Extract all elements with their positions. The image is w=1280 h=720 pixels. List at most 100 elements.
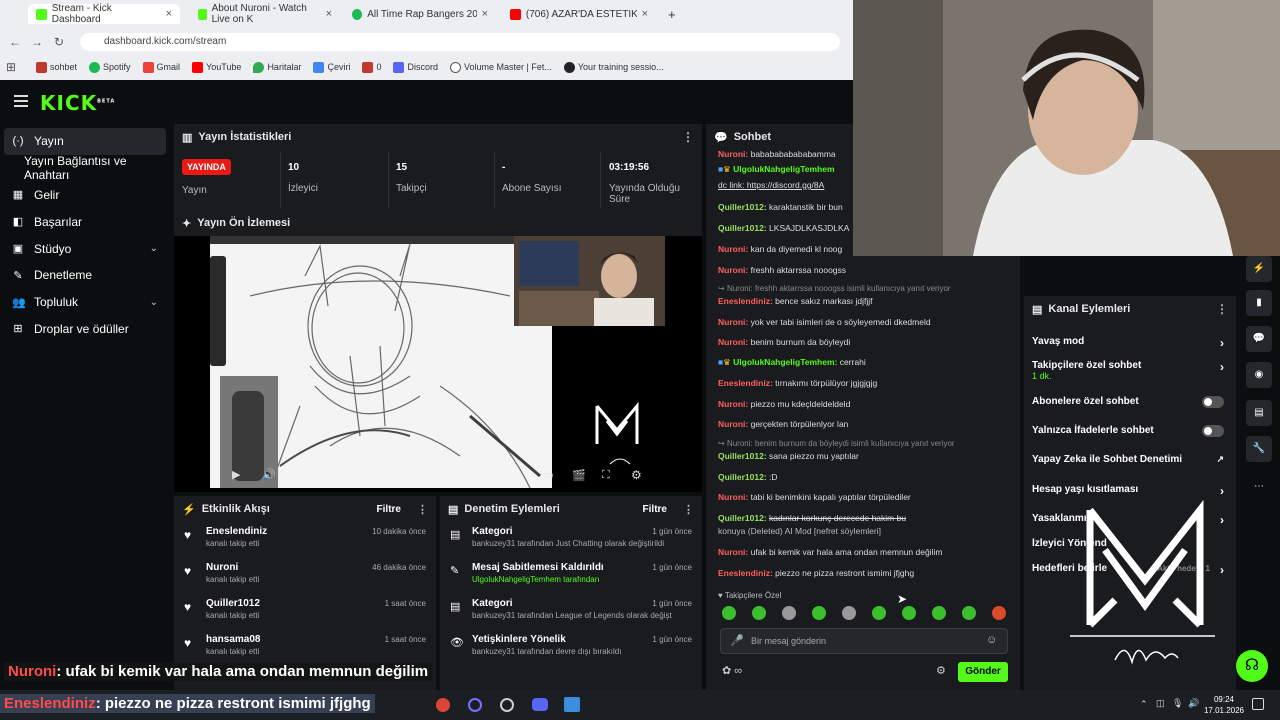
forward-icon[interactable]: →: [26, 35, 48, 49]
more-icon[interactable]: ⋮: [682, 130, 694, 144]
sidebar-item-yayin[interactable]: (·) Yayın: [4, 128, 166, 155]
bookmark-youtube[interactable]: YouTube: [192, 61, 241, 73]
category-icon: ▤: [450, 601, 461, 613]
chat-reply: ↪ Nuroni: freshh aktarrssa nooogss isiml…: [718, 284, 951, 293]
bookmark-volume-master[interactable]: Volume Master | Fet...: [450, 61, 552, 73]
new-tab-button[interactable]: +: [660, 4, 680, 24]
close-icon[interactable]: ×: [642, 8, 648, 20]
tray-mic-icon[interactable]: 🎙: [1172, 698, 1183, 709]
bookmark-spotify[interactable]: Spotify: [89, 61, 131, 73]
tray-volume-icon[interactable]: 🔊: [1188, 698, 1199, 709]
obs-icon[interactable]: [500, 698, 514, 712]
fullscreen-icon[interactable]: ⛶: [602, 469, 610, 482]
followers-only-row[interactable]: Takipçilere özel sohbet 1 dk. ›: [1032, 360, 1228, 381]
back-icon[interactable]: ←: [4, 35, 26, 49]
bookmark-discord[interactable]: Discord: [393, 61, 438, 73]
external-link-icon: ↗: [1216, 454, 1224, 464]
quick-action-doc-icon[interactable]: ▮: [1246, 290, 1272, 316]
notification-icon[interactable]: [1252, 698, 1264, 710]
emote-icon[interactable]: [962, 606, 976, 620]
quick-action-wrench-icon[interactable]: 🔧: [1246, 436, 1272, 462]
close-icon[interactable]: ×: [166, 8, 172, 20]
address-bar[interactable]: dashboard.kick.com/stream: [80, 33, 840, 51]
more-icon[interactable]: ⋮: [1216, 302, 1228, 316]
pip-icon[interactable]: ▭: [544, 470, 553, 481]
apps-grid-icon[interactable]: ⊞: [0, 60, 22, 74]
quick-action-panel-icon[interactable]: ▤: [1246, 400, 1272, 426]
emote-icon[interactable]: [722, 606, 736, 620]
sidebar-item-denetleme[interactable]: ✎ Denetleme: [0, 262, 170, 289]
settings-gear-icon[interactable]: ⚙: [631, 468, 642, 482]
chat-message[interactable]: dc link: https://discord.gg/8A: [718, 180, 858, 190]
emote-icon[interactable]: [902, 606, 916, 620]
slow-mode-row[interactable]: Yavaş mod ›: [1032, 336, 1228, 350]
chrome-icon[interactable]: [436, 698, 450, 712]
bookmark-training[interactable]: Your training sessio...: [563, 61, 664, 73]
toggle-switch[interactable]: [1202, 396, 1224, 408]
help-support-icon[interactable]: ☊: [1236, 650, 1268, 682]
bookmark-maps[interactable]: Haritalar: [253, 61, 301, 73]
bookmark-zero[interactable]: 0: [362, 61, 381, 73]
tray-chevron-icon[interactable]: ⌃: [1140, 699, 1148, 710]
sidebar-item-stream-key[interactable]: Yayın Bağlantısı ve Anahtarı: [0, 154, 170, 182]
more-icon[interactable]: ⋮: [417, 503, 428, 516]
play-icon[interactable]: ▶: [232, 468, 240, 481]
emote-icon[interactable]: [752, 606, 766, 620]
taskbar-clock[interactable]: 09:24 17.01.2026: [1204, 694, 1244, 716]
list-item: ♥ Quiller1012 kanalı takip etti 1 saat önce: [184, 598, 426, 620]
tray-network-icon[interactable]: ◫: [1156, 698, 1165, 709]
chat-settings-group[interactable]: ✿ ∞: [722, 664, 742, 677]
sidebar-item-basarilar[interactable]: ◧ Başarılar: [0, 208, 170, 235]
ai-moderation-row[interactable]: Yapay Zeka ile Sohbet Denetimi ↗: [1032, 454, 1228, 465]
tab-about-nuroni[interactable]: About Nuroni - Watch Live on K ×: [190, 3, 340, 25]
toggle-switch[interactable]: [1202, 425, 1224, 437]
filter-button[interactable]: Filtre: [643, 504, 667, 515]
filter-button[interactable]: Filtre: [377, 504, 401, 515]
emotes-only-row[interactable]: Yalnızca İfadelerle sohbet: [1032, 425, 1228, 437]
sidebar-item-droplar[interactable]: ⊞ Droplar ve ödüller: [0, 316, 170, 343]
kick-logo[interactable]: KICKBETA: [40, 91, 115, 115]
chat-message: Nuroni: ufak bi kemik var hala ama ondan…: [718, 547, 943, 557]
app-window-icon[interactable]: [564, 697, 580, 712]
chat-message: Nuroni: kan da diyemedi kl noog: [718, 244, 843, 254]
quick-action-more-icon[interactable]: ⋯: [1246, 474, 1272, 500]
mic-icon[interactable]: 🎤: [730, 634, 744, 647]
bookmark-gmail[interactable]: Gmail: [142, 61, 180, 73]
chat-input[interactable]: Bir mesaj gönderin: [720, 628, 1008, 654]
bookmark-translate[interactable]: Çeviri: [313, 61, 350, 73]
menu-icon[interactable]: [14, 95, 28, 107]
reload-icon[interactable]: ↻: [48, 35, 70, 49]
browser-chrome: Stream - Kick Dashboard × About Nuroni -…: [0, 0, 853, 80]
chat-message[interactable]: ■♛ UlgolukNahgeligTemhem: [718, 164, 858, 175]
close-icon[interactable]: ×: [326, 8, 332, 20]
chat-message: Quiller1012: sana piezzo mu yaptılar: [718, 451, 859, 461]
app-circle-icon[interactable]: [468, 698, 482, 712]
clip-icon[interactable]: 🎬: [572, 469, 586, 482]
emote-icon[interactable]: [782, 606, 796, 620]
volume-icon[interactable]: 🔊: [262, 468, 276, 481]
sidebar-item-topluluk[interactable]: 👥 Topluluk ⌄: [0, 289, 170, 316]
chat-message: Nuroni: piezzo mu kdeçldeldeldeld: [718, 399, 851, 409]
subscribers-only-row[interactable]: Abonelere özel sohbet: [1032, 396, 1228, 408]
emote-icon[interactable]: [812, 606, 826, 620]
discord-icon[interactable]: [532, 698, 548, 711]
sidebar-item-gelir[interactable]: ▦ Gelir: [0, 182, 170, 209]
quick-action-bolt-icon[interactable]: ⚡: [1246, 256, 1272, 282]
sidebar-item-studyo[interactable]: ▣ Stüdyo ⌄: [0, 235, 170, 262]
quick-action-broadcast-icon[interactable]: ◉: [1246, 362, 1272, 388]
emoji-icon[interactable]: ☺: [986, 634, 997, 646]
bookmark-sohbet[interactable]: sohbet: [36, 61, 77, 73]
emote-icon[interactable]: [872, 606, 886, 620]
emote-icon[interactable]: [932, 606, 946, 620]
more-icon[interactable]: ⋮: [683, 503, 694, 516]
chat-settings-icon[interactable]: ⚙: [936, 664, 946, 677]
send-button[interactable]: Gönder: [958, 662, 1008, 682]
close-icon[interactable]: ×: [482, 8, 488, 20]
quick-action-chat-icon[interactable]: 💬: [1246, 326, 1272, 352]
tab-youtube[interactable]: (706) AZAR'DA ESTETİK DOKTO ×: [502, 4, 656, 24]
tab-spotify[interactable]: All Time Rap Bangers 2010-2020 ×: [344, 4, 496, 24]
tab-kick-dashboard[interactable]: Stream - Kick Dashboard ×: [28, 3, 180, 25]
bolt-icon: ⚡: [182, 503, 196, 516]
emote-icon[interactable]: [842, 606, 856, 620]
emote-icon[interactable]: [992, 606, 1006, 620]
